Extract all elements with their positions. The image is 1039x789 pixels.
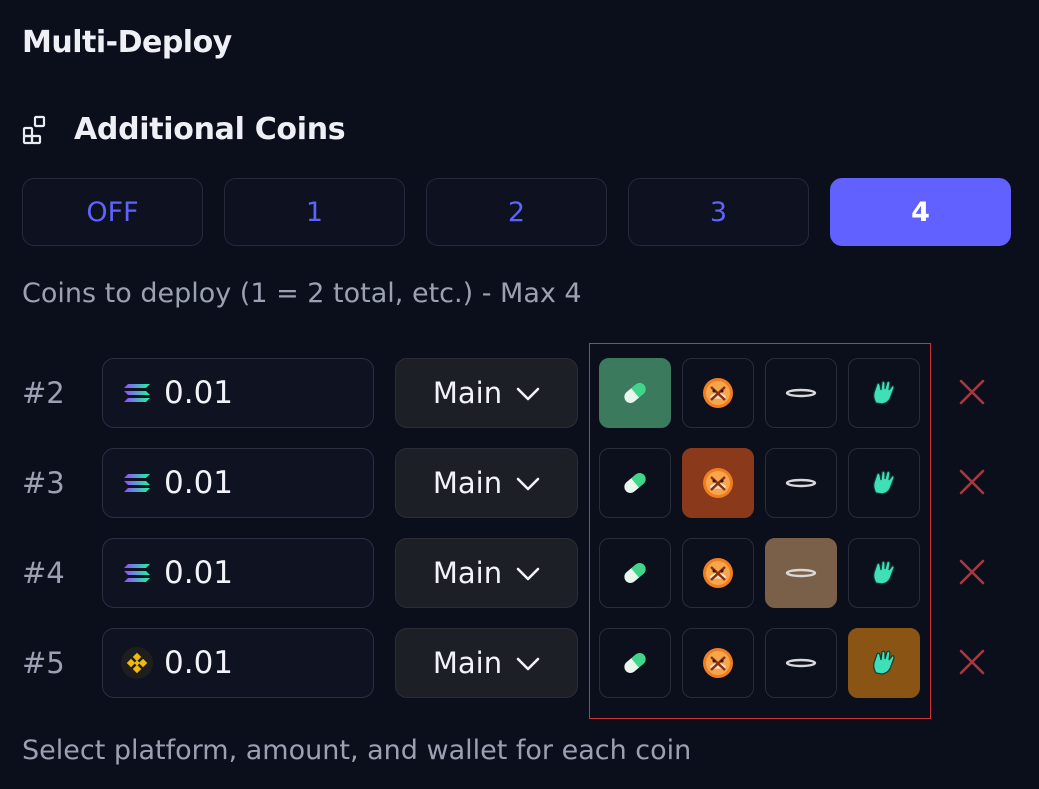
amount-input[interactable]: 0.01 [102, 538, 374, 608]
chevron-down-icon [516, 566, 540, 581]
chevron-down-icon [516, 386, 540, 401]
solana-icon [120, 466, 154, 500]
wallet-select[interactable]: Main [395, 628, 578, 698]
count-option-off[interactable]: OFF [22, 178, 203, 246]
remove-coin-button[interactable] [955, 645, 989, 679]
grid-plus-icon [22, 115, 46, 144]
wallet-label: Main [432, 646, 503, 680]
row-number: #2 [22, 376, 65, 410]
section-title: Additional Coins [74, 112, 346, 147]
row-number: #3 [22, 466, 65, 500]
wallet-label: Main [432, 466, 503, 500]
page-title: Multi-Deploy [22, 25, 232, 60]
coin-count-selector: OFF 1 2 3 4 [22, 178, 1011, 246]
close-icon [955, 375, 989, 409]
wallet-select[interactable]: Main [395, 448, 578, 518]
remove-coin-button[interactable] [955, 555, 989, 589]
amount-value: 0.01 [164, 555, 234, 591]
amount-value: 0.01 [164, 645, 234, 681]
chevron-down-icon [516, 656, 540, 671]
solana-icon [120, 556, 154, 590]
count-option-2[interactable]: 2 [426, 178, 607, 246]
wallet-label: Main [432, 556, 503, 590]
remove-coin-button[interactable] [955, 465, 989, 499]
additional-coins-section: Additional Coins [22, 112, 346, 147]
bnb-icon [120, 646, 154, 680]
chevron-down-icon [516, 476, 540, 491]
wallet-select[interactable]: Main [395, 358, 578, 428]
close-icon [955, 645, 989, 679]
coins-hint-text: Coins to deploy (1 = 2 total, etc.) - Ma… [22, 278, 582, 309]
amount-input[interactable]: 0.01 [102, 628, 374, 698]
close-icon [955, 555, 989, 589]
amount-input[interactable]: 0.01 [102, 358, 374, 428]
wallet-select[interactable]: Main [395, 538, 578, 608]
amount-value: 0.01 [164, 465, 234, 501]
row-number: #5 [22, 646, 65, 680]
remove-coin-button[interactable] [955, 375, 989, 409]
count-option-4[interactable]: 4 [830, 178, 1011, 246]
amount-input[interactable]: 0.01 [102, 448, 374, 518]
amount-value: 0.01 [164, 375, 234, 411]
platform-highlight-box [589, 343, 931, 719]
count-option-3[interactable]: 3 [628, 178, 809, 246]
wallet-label: Main [432, 376, 503, 410]
solana-icon [120, 376, 154, 410]
count-option-1[interactable]: 1 [224, 178, 405, 246]
footer-hint-text: Select platform, amount, and wallet for … [22, 735, 692, 766]
row-number: #4 [22, 556, 65, 590]
close-icon [955, 465, 989, 499]
